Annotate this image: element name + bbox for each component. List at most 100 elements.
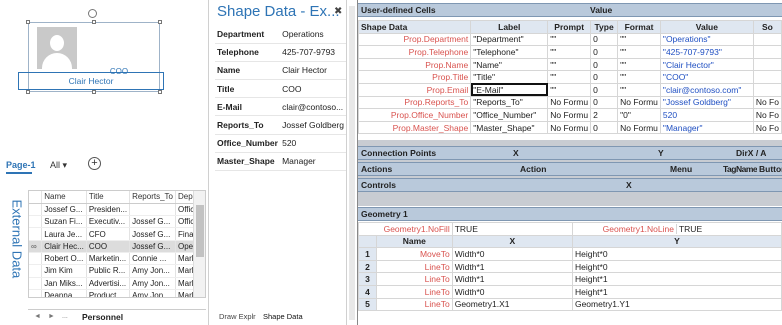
row-name[interactable]: Prop.Master_Shape: [358, 120, 472, 135]
shape-data-row[interactable]: Title COO: [215, 79, 346, 99]
table-cell[interactable]: Amy Jon...: [129, 264, 176, 278]
table-cell[interactable]: CFO: [86, 227, 131, 241]
value-cell[interactable]: "Clair Hector": [659, 57, 754, 72]
table-cell[interactable]: Robert O...: [41, 252, 87, 266]
row-name[interactable]: Prop.Department: [358, 32, 472, 47]
geometry-noline-name[interactable]: Geometry1.NoLine: [573, 223, 677, 234]
rotation-handle[interactable]: [88, 9, 97, 18]
row-name[interactable]: LineTo: [375, 272, 453, 286]
table-cell[interactable]: Amy Jon...: [129, 277, 176, 290]
table-cell[interactable]: Amy Jon...: [129, 289, 176, 297]
table-row[interactable]: Jan Miks... Advertisi... Amy Jon... Marke: [29, 277, 205, 290]
selection-handle[interactable]: [158, 90, 162, 94]
sort-key-cell[interactable]: [752, 70, 782, 84]
sort-key-cell[interactable]: [752, 57, 782, 72]
table-cell[interactable]: Public R...: [86, 264, 131, 278]
selection-handle[interactable]: [92, 20, 96, 24]
external-data-grid[interactable]: Name Title Reports_To Depar Jossef G... P…: [28, 190, 206, 298]
x-cell[interactable]: Width*1: [451, 272, 573, 286]
x-cell[interactable]: Width*1: [451, 259, 573, 274]
close-icon[interactable]: ✖: [334, 6, 342, 17]
format-cell[interactable]: No Formu: [617, 95, 661, 110]
next-tab-icon[interactable]: ►: [48, 313, 55, 320]
type-cell[interactable]: 0: [590, 45, 619, 59]
selection-handle[interactable]: [26, 20, 30, 24]
selection-handle[interactable]: [26, 90, 30, 94]
shape-data-row[interactable]: Name Clair Hector: [215, 61, 346, 81]
prev-tab-icon[interactable]: ◄: [34, 313, 41, 320]
type-cell[interactable]: 2: [590, 108, 619, 122]
shape-data-value[interactable]: COO: [280, 79, 346, 99]
shape-data-row[interactable]: Department Operations: [215, 25, 346, 44]
y-cell[interactable]: Height*1: [571, 272, 782, 286]
sort-key-cell[interactable]: [752, 82, 782, 97]
type-cell[interactable]: 0: [590, 82, 619, 97]
section-header-actions[interactable]: Actions Action Menu TagName ButtonFace: [358, 162, 782, 176]
tab-shape-data[interactable]: Shape Data: [263, 312, 303, 321]
label-cell[interactable]: "Department": [470, 32, 549, 47]
row-name[interactable]: Prop.Name: [358, 57, 472, 72]
scrollbar-thumb[interactable]: [196, 205, 204, 257]
section-header-connection-points[interactable]: Connection Points X Y DirX / A: [358, 146, 782, 160]
row-header[interactable]: [29, 215, 43, 229]
format-cell[interactable]: "": [617, 82, 661, 97]
prompt-cell[interactable]: "": [547, 57, 592, 72]
table-cell[interactable]: Jossef G...: [129, 227, 176, 241]
value-cell[interactable]: "Jossef Goldberg": [659, 95, 754, 110]
x-cell[interactable]: Geometry1.X1: [451, 297, 573, 312]
shape-data-value[interactable]: clair@contoso...: [280, 97, 346, 117]
label-cell[interactable]: "Name": [470, 57, 549, 72]
table-cell[interactable]: Marketin...: [86, 252, 131, 266]
format-cell[interactable]: "": [617, 32, 661, 47]
table-row[interactable]: Suzan Fi... Executiv... Jossef G... Office: [29, 215, 205, 229]
shape-data-row[interactable]: Reports_To Jossef Goldberg: [215, 115, 346, 135]
shape-name-textbox[interactable]: Clair Hector: [18, 72, 164, 90]
table-row[interactable]: Laura Je... CFO Jossef G... Financ: [29, 227, 205, 241]
value-cell[interactable]: "clair@contoso.com": [659, 82, 754, 97]
label-cell[interactable]: "Reports_To": [470, 95, 549, 110]
prompt-cell[interactable]: No Formu: [547, 120, 592, 135]
table-cell[interactable]: Jan Miks...: [41, 277, 87, 290]
table-cell[interactable]: Laura Je...: [41, 227, 87, 241]
y-cell[interactable]: Height*0: [571, 247, 782, 261]
row-header[interactable]: [29, 227, 43, 241]
row-name[interactable]: LineTo: [375, 297, 453, 312]
shape-data-value[interactable]: 520: [280, 134, 346, 153]
row-header[interactable]: [29, 203, 43, 217]
table-cell[interactable]: Deanna ...: [41, 289, 87, 297]
x-cell[interactable]: Width*0: [451, 247, 573, 261]
shape-data-value[interactable]: Manager: [280, 152, 346, 172]
value-cell[interactable]: "COO": [659, 70, 754, 84]
prompt-cell[interactable]: "": [547, 70, 592, 84]
table-row[interactable]: Deanna ... Product Amy Jon... Marke: [29, 289, 205, 297]
geometry-noline-value[interactable]: TRUE: [677, 224, 702, 234]
table-row[interactable]: Jim Kim Public R... Amy Jon... Marke: [29, 264, 205, 278]
type-cell[interactable]: 0: [590, 32, 619, 47]
section-header-controls[interactable]: Controls X: [358, 178, 782, 192]
table-cell[interactable]: Connie ...: [129, 252, 176, 266]
column-header[interactable]: Reports_To: [129, 191, 176, 204]
prompt-cell[interactable]: No Formu: [547, 95, 592, 110]
row-name[interactable]: LineTo: [375, 284, 453, 299]
label-cell[interactable]: "Title": [470, 70, 549, 84]
format-cell[interactable]: No Formu: [617, 120, 661, 135]
table-cell[interactable]: Presiden...: [86, 203, 131, 217]
tab-draw-explorer[interactable]: Draw Explr: [219, 312, 256, 321]
column-header[interactable]: Name: [41, 191, 87, 204]
type-cell[interactable]: 0: [590, 95, 619, 110]
format-cell[interactable]: "": [617, 70, 661, 84]
tab-personnel[interactable]: Personnel: [82, 312, 123, 322]
row-name[interactable]: Prop.Title: [358, 70, 472, 84]
label-cell[interactable]: "Telephone": [470, 45, 549, 59]
column-header[interactable]: Title: [86, 191, 131, 204]
table-cell[interactable]: Executiv...: [86, 215, 131, 229]
type-cell[interactable]: 0: [590, 57, 619, 72]
type-cell[interactable]: 0: [590, 120, 619, 135]
shape-data-value[interactable]: Jossef Goldberg: [280, 115, 346, 135]
format-cell[interactable]: "": [617, 45, 661, 59]
y-cell[interactable]: Height*1: [571, 284, 782, 299]
table-cell[interactable]: Suzan Fi...: [41, 215, 87, 229]
row-header[interactable]: [29, 264, 43, 278]
shape-data-value[interactable]: Clair Hector: [280, 61, 346, 81]
value-cell[interactable]: "Manager": [659, 120, 754, 135]
